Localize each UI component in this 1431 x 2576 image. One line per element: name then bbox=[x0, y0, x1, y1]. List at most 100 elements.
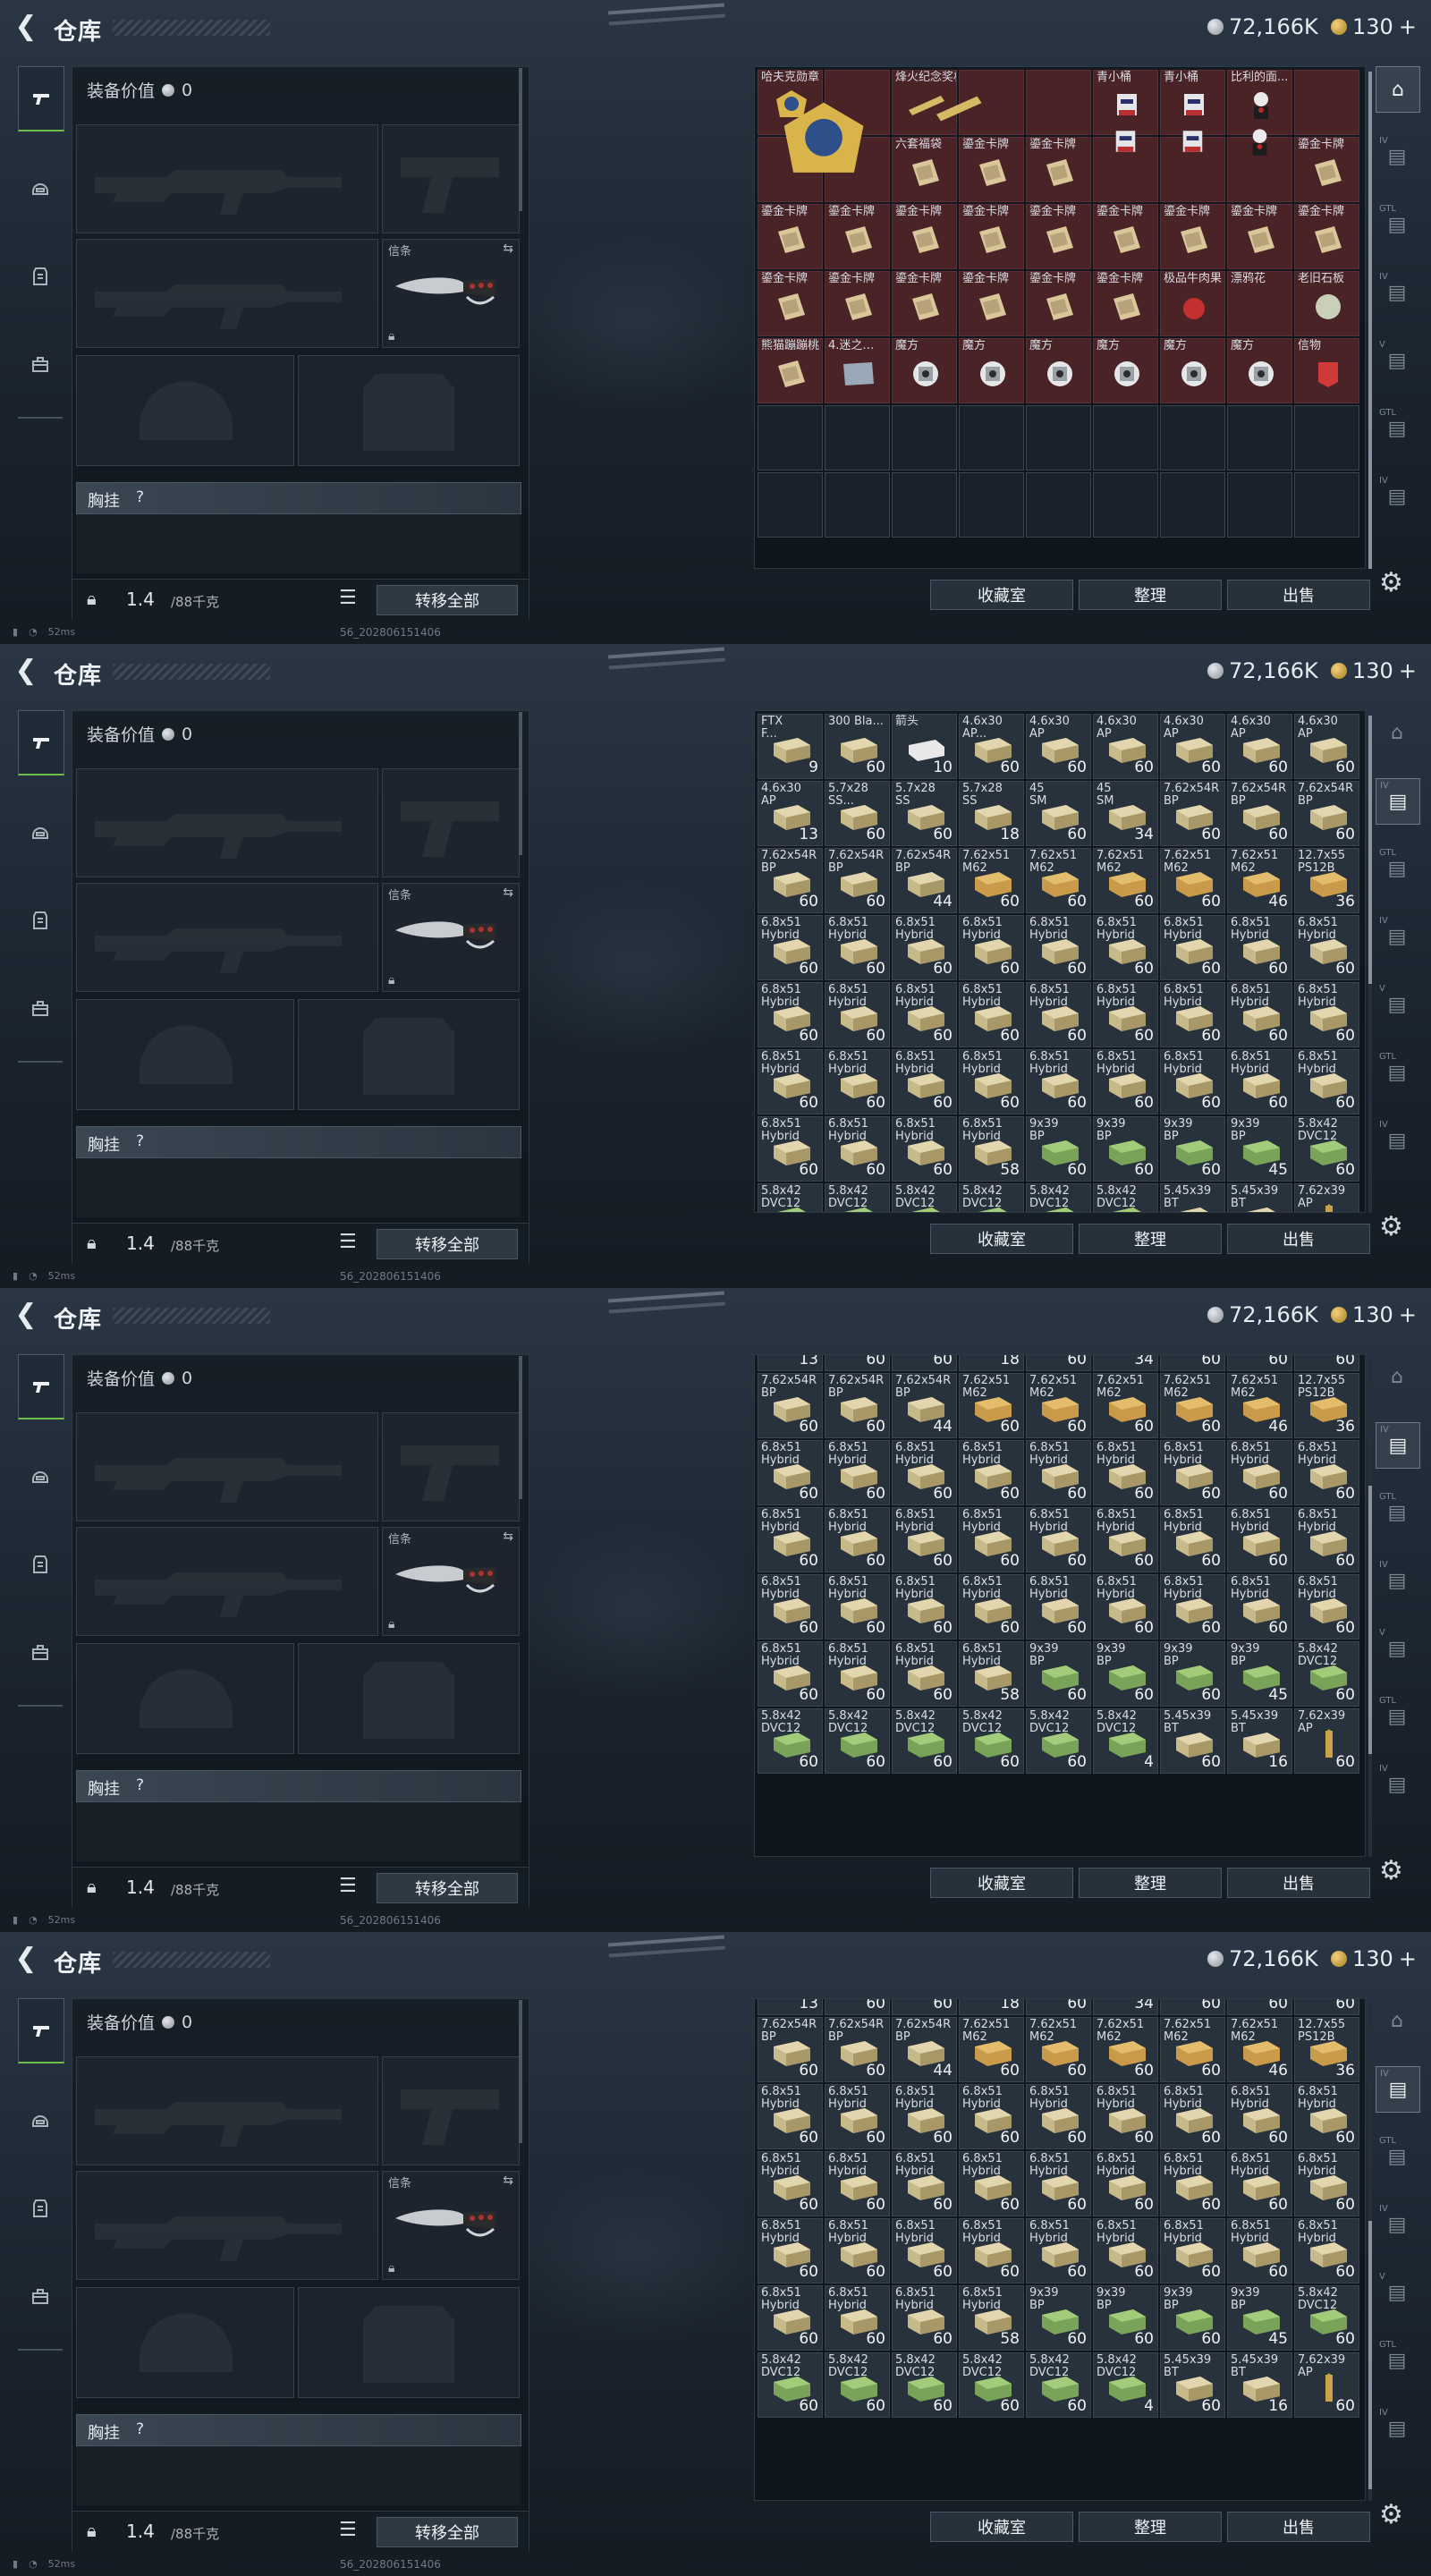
level-v-box-tab[interactable]: V ▤ bbox=[1376, 2270, 1418, 2315]
tab-weapons[interactable] bbox=[18, 66, 64, 131]
inventory-cell[interactable]: 5.8x42 DVC124 bbox=[1093, 1708, 1158, 1774]
list-icon[interactable]: ☰ bbox=[339, 587, 357, 609]
tab-weapons[interactable] bbox=[18, 710, 64, 775]
inventory-cell[interactable]: 6.8x51 Hybrid 60 bbox=[1093, 1440, 1158, 1505]
inventory-cell[interactable]: 5.8x42 DVC1260 bbox=[959, 2352, 1024, 2418]
secondary-weapon-slot[interactable] bbox=[382, 2056, 520, 2165]
inventory-cell[interactable]: 5.8x42 DVC1260 bbox=[959, 1708, 1024, 1774]
collection-tab[interactable]: ⌂ bbox=[1376, 1354, 1418, 1399]
inventory-cell[interactable]: 5.8x42 DVC1260 bbox=[892, 1708, 957, 1774]
inventory-cell[interactable] bbox=[1160, 405, 1225, 470]
inventory-cell[interactable]: 9x39 BP 60 bbox=[1160, 2285, 1225, 2351]
inventory-cell[interactable]: 6.8x51 Hybrid 60 bbox=[1294, 982, 1359, 1047]
help-icon[interactable]: ? bbox=[136, 2420, 144, 2438]
gold-currency[interactable]: 130 + bbox=[1331, 1946, 1417, 1971]
inventory-cell[interactable]: 9x39 BP 60 bbox=[1026, 1641, 1091, 1707]
chest-rig-header[interactable]: 胸挂 ? bbox=[76, 1126, 521, 1158]
inventory-cell[interactable]: 5.45x39 BT60 bbox=[1160, 2352, 1225, 2418]
melee-slot[interactable]: 信条 ⇆ 🔒︎ bbox=[382, 2171, 520, 2280]
level-iv-box-small-tab[interactable]: IV ▤ bbox=[1376, 1762, 1418, 1807]
level-v-box-tab[interactable]: V ▤ bbox=[1376, 338, 1418, 383]
back-arrow-icon[interactable]: ❮ bbox=[13, 1299, 39, 1330]
inventory-cell[interactable]: 6.8x51 Hybrid 60 bbox=[758, 982, 823, 1047]
gold-plus[interactable]: + bbox=[1399, 14, 1417, 39]
transfer-all-button[interactable]: 转移全部 bbox=[377, 1873, 518, 1903]
inventory-cell[interactable]: 60 bbox=[892, 1999, 957, 2015]
inventory-cell[interactable]: 魔方 bbox=[1160, 338, 1225, 403]
inventory-cell[interactable]: 6.8x51 Hybrid 60 bbox=[959, 915, 1024, 980]
swap-icon[interactable]: ⇆ bbox=[503, 2174, 513, 2188]
armor-slot[interactable] bbox=[298, 999, 520, 1110]
level-iii-box-tab[interactable]: GTL ▤ bbox=[1376, 2338, 1418, 2383]
inventory-cell[interactable]: 5.7x28 SS 18 bbox=[959, 781, 1024, 846]
collection-button[interactable]: 收藏室 bbox=[930, 580, 1073, 610]
inventory-cell[interactable]: 6.8x51 Hybrid 60 bbox=[1294, 915, 1359, 980]
inventory-cell[interactable]: 6.8x51 Hybrid 60 bbox=[959, 982, 1024, 1047]
inventory-cell[interactable]: 60 bbox=[1294, 1999, 1359, 2015]
tab-backpack[interactable] bbox=[18, 977, 63, 1039]
inventory-cell[interactable]: 6.8x51 Hybrid 60 bbox=[892, 982, 957, 1047]
inventory-cell[interactable]: 6.8x51 Hybrid 60 bbox=[959, 1574, 1024, 1640]
inventory-cell[interactable]: 魔方 bbox=[1093, 338, 1158, 403]
inventory-cell[interactable]: 4.6x30 AP 60 bbox=[1026, 714, 1091, 779]
tab-armor[interactable] bbox=[18, 245, 63, 308]
inventory-cell[interactable]: 6.8x51 Hybrid 60 bbox=[1294, 1507, 1359, 1572]
tab-weapons[interactable] bbox=[18, 1998, 64, 2063]
gold-plus[interactable]: + bbox=[1399, 658, 1417, 683]
gold-plus[interactable]: + bbox=[1399, 1302, 1417, 1327]
inventory-cell[interactable]: 魔方 bbox=[1227, 338, 1292, 403]
tertiary-weapon-slot[interactable] bbox=[76, 239, 378, 348]
inventory-cell[interactable]: 6.8x51 Hybrid 60 bbox=[1160, 2151, 1225, 2216]
secondary-weapon-slot[interactable] bbox=[382, 124, 520, 233]
inventory-cell[interactable]: 5.45x39 BT16 bbox=[1227, 1183, 1292, 1212]
inventory-cell[interactable] bbox=[892, 472, 957, 538]
inventory-cell[interactable]: 7.62x54R BP 60 bbox=[1227, 781, 1292, 846]
level-v-box-tab[interactable]: V ▤ bbox=[1376, 1626, 1418, 1671]
level-iv-case-tab[interactable]: IV ▤ bbox=[1376, 1422, 1420, 1469]
inventory-cell[interactable]: 6.8x51 Hybrid 60 bbox=[1160, 2084, 1225, 2149]
inventory-cell[interactable]: 7.62x54R BP 60 bbox=[758, 2017, 823, 2082]
inventory-cell[interactable]: 7.62x54R BP 60 bbox=[758, 848, 823, 913]
level-iii-box-tab[interactable]: GTL ▤ bbox=[1376, 406, 1418, 451]
level-iv-box-tab[interactable]: IV ▤ bbox=[1376, 2202, 1418, 2247]
melee-slot[interactable]: 信条 ⇆ 🔒︎ bbox=[382, 1527, 520, 1636]
chest-rig-header[interactable]: 胸挂 ? bbox=[76, 2414, 521, 2446]
inventory-cell[interactable]: 6.8x51 Hybrid 60 bbox=[825, 2218, 890, 2284]
inventory-cell[interactable]: 鎏金卡牌 bbox=[1160, 204, 1225, 269]
inventory-cell[interactable]: 7.62x39 AP60 bbox=[1294, 2352, 1359, 2418]
loadout-scrollbar[interactable] bbox=[519, 712, 522, 855]
inventory-cell[interactable]: 18 bbox=[959, 1355, 1024, 1371]
inventory-cell[interactable]: 6.8x51 Hybrid 60 bbox=[892, 2285, 957, 2351]
inventory-cell[interactable] bbox=[1160, 472, 1225, 538]
gear-icon[interactable]: ⚙ bbox=[1379, 1211, 1403, 1242]
inventory-cell[interactable]: 5.8x42 DVC1260 bbox=[758, 1183, 823, 1212]
armor-slot[interactable] bbox=[298, 1643, 520, 1754]
inventory-cell[interactable]: 45 SM 34 bbox=[1093, 781, 1158, 846]
inventory-cell[interactable] bbox=[959, 472, 1024, 538]
inventory-cell[interactable]: 漂鸦花 bbox=[1227, 271, 1292, 336]
secondary-weapon-slot[interactable] bbox=[382, 1412, 520, 1521]
inventory-cell[interactable]: 鎏金卡牌 bbox=[959, 271, 1024, 336]
inventory-cell[interactable] bbox=[825, 405, 890, 470]
tab-backpack[interactable] bbox=[18, 333, 63, 395]
inventory-cell[interactable]: 魔方 bbox=[959, 338, 1024, 403]
inventory-cell[interactable]: 6.8x51 Hybrid 60 bbox=[1026, 2084, 1091, 2149]
inventory-cell[interactable]: 鎏金卡牌 bbox=[959, 137, 1024, 202]
inventory-cell[interactable]: 300 Bla... 60 bbox=[825, 714, 890, 779]
tertiary-weapon-slot[interactable] bbox=[76, 883, 378, 992]
gold-currency[interactable]: 130 + bbox=[1331, 14, 1417, 39]
level-iv-box-tab[interactable]: IV ▤ bbox=[1376, 1558, 1418, 1603]
inventory-cell[interactable]: 6.8x51 Hybrid 60 bbox=[959, 1049, 1024, 1114]
inventory-cell[interactable] bbox=[1294, 472, 1359, 538]
inventory-cell[interactable]: 6.8x51 Hybrid 60 bbox=[825, 1641, 890, 1707]
inventory-cell[interactable]: 5.8x42 DVC1260 bbox=[758, 1708, 823, 1774]
inventory-cell[interactable]: 5.8x42 DVC124 bbox=[1093, 2352, 1158, 2418]
inventory-cell[interactable]: 6.8x51 Hybrid 60 bbox=[1294, 2218, 1359, 2284]
tab-helmet[interactable] bbox=[18, 801, 63, 864]
tertiary-weapon-slot[interactable] bbox=[76, 2171, 378, 2280]
inventory-cell[interactable]: 5.8x42 DVC1260 bbox=[892, 2352, 957, 2418]
back-arrow-icon[interactable]: ❮ bbox=[13, 655, 39, 686]
inventory-cell[interactable]: 6.8x51 Hybrid 60 bbox=[1026, 1574, 1091, 1640]
inventory-cell[interactable]: 5.8x42 DVC1260 bbox=[1026, 1183, 1091, 1212]
inventory-cell[interactable]: 60 bbox=[1227, 1999, 1292, 2015]
